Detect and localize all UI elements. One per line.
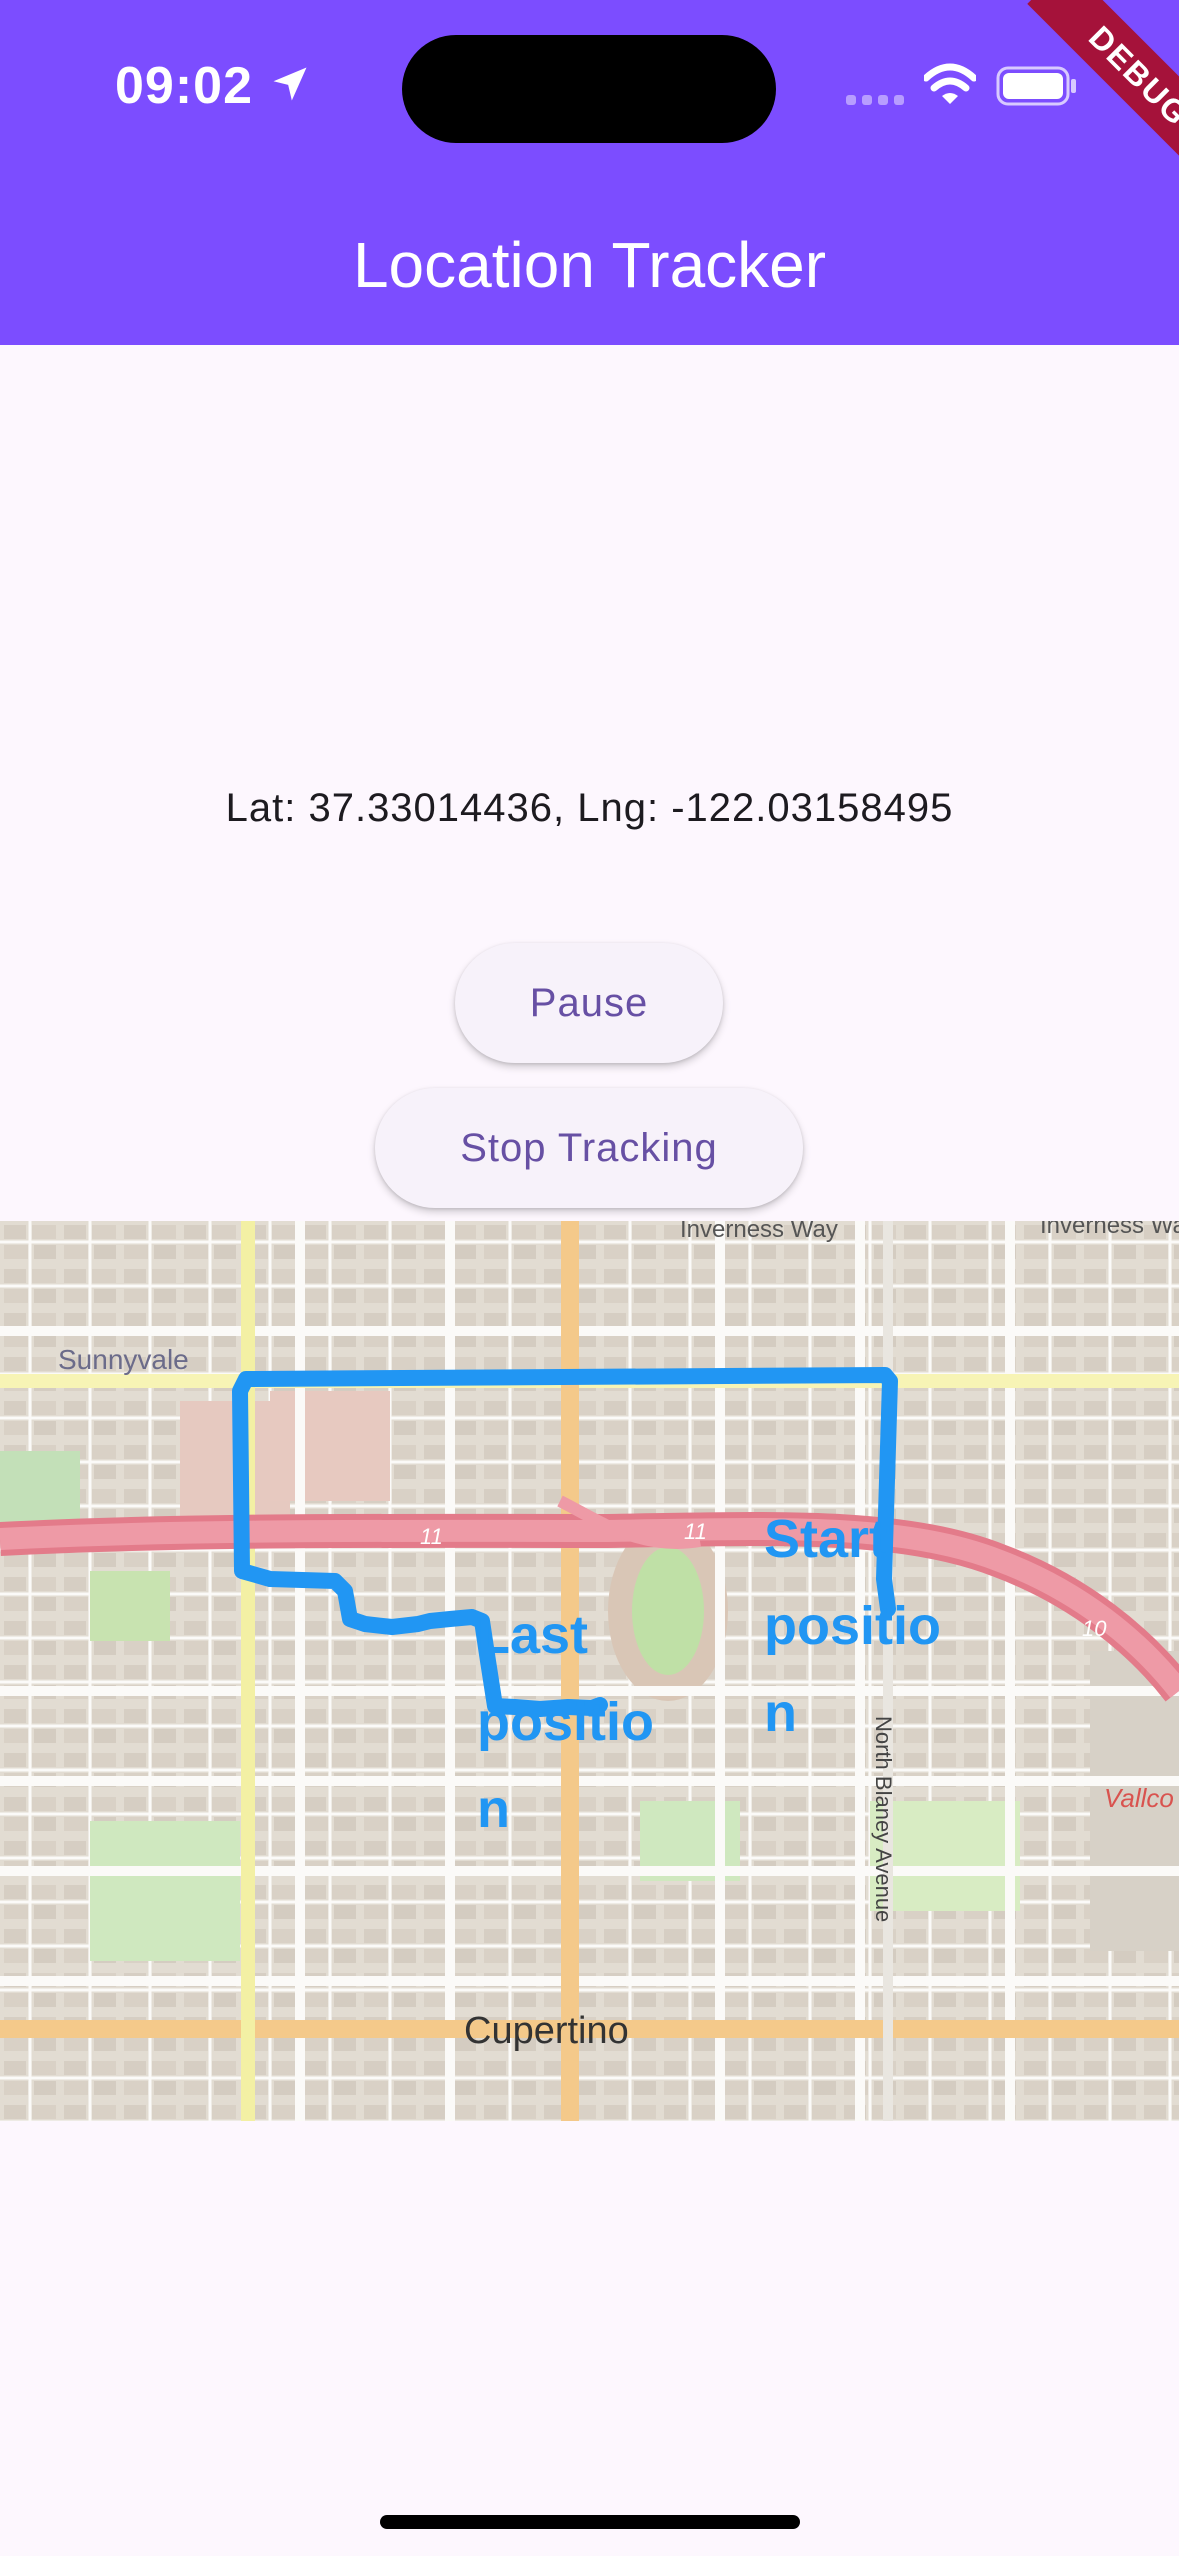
last-marker-line-2: positio: [477, 1692, 654, 1752]
label-inverness-way-2: Inverness Wa: [1040, 1221, 1179, 1239]
label-highway-10: 10: [1082, 1616, 1107, 1641]
label-cupertino: Cupertino: [464, 2010, 629, 2052]
label-highway-11-b: 11: [684, 1519, 707, 1544]
start-marker-line-1: Start: [764, 1509, 887, 1569]
label-highway-11: 11: [420, 1524, 443, 1549]
wifi-icon: [924, 63, 976, 104]
debug-banner: DEBUG: [979, 0, 1179, 200]
pause-button[interactable]: Pause: [455, 943, 723, 1063]
label-sunnyvale: Sunnyvale: [58, 1344, 189, 1375]
start-marker-line-2: positio: [764, 1596, 941, 1656]
last-marker-line-3: n: [477, 1779, 510, 1839]
label-vallco: Vallco: [1104, 1783, 1174, 1813]
home-indicator[interactable]: [380, 2515, 800, 2529]
debug-label: DEBUG: [1027, 0, 1179, 188]
app-title: Location Tracker: [352, 229, 827, 301]
cellular-signal-icon: [846, 95, 904, 105]
map-view[interactable]: Sunnyvale Cupertino Inverness Way Invern…: [0, 1221, 1179, 2121]
dynamic-island: [402, 35, 776, 143]
last-marker-line-1: Last: [477, 1605, 588, 1665]
status-time: 09:02: [115, 57, 253, 115]
start-marker-line-3: n: [764, 1683, 797, 1743]
location-arrow-icon: [273, 67, 307, 101]
label-inverness-way: Inverness Way: [680, 1221, 838, 1243]
stop-tracking-button[interactable]: Stop Tracking: [375, 1088, 803, 1208]
map-canvas: Sunnyvale Cupertino Inverness Way Invern…: [0, 1221, 1179, 2121]
label-north-blaney-avenue: North Blaney Avenue: [871, 1716, 896, 1922]
location-coordinates: Lat: 37.33014436, Lng: -122.03158495: [225, 786, 954, 830]
